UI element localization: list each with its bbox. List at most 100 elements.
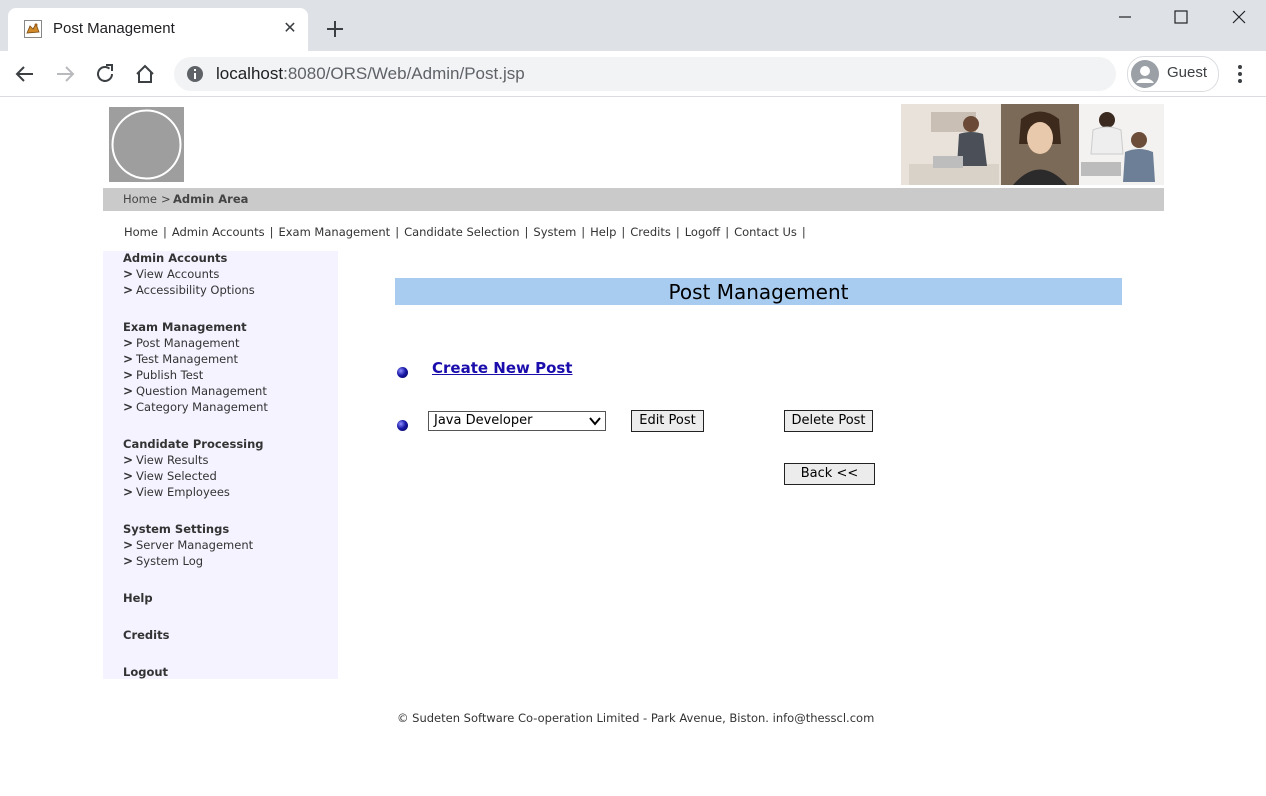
chevron-right-icon: > [123, 400, 134, 414]
chevron-right-icon: > [123, 485, 134, 499]
topnav-system[interactable]: System [533, 225, 576, 239]
back-arrow-icon[interactable] [12, 61, 38, 87]
sidebar-item-server-management[interactable]: > Server Management [123, 538, 253, 552]
topnav-separator: | [269, 225, 274, 239]
chevron-right-icon: > [123, 336, 134, 350]
top-navigation: Home | Admin Accounts | Exam Management | Cand… [124, 225, 811, 239]
home-icon[interactable] [132, 61, 158, 87]
topnav-separator: | [395, 225, 400, 239]
chevron-right-icon: > [123, 538, 134, 552]
post-select[interactable]: Java Developer [428, 411, 606, 431]
sidebar-item-label: Question Management [136, 384, 267, 398]
sidebar-item-label: Category Management [136, 400, 268, 414]
topnav-separator: | [621, 225, 626, 239]
sidebar-item-view-accounts[interactable]: > View Accounts [123, 267, 219, 281]
chevron-right-icon: > [123, 469, 134, 483]
sidebar-item-label: Server Management [136, 538, 254, 552]
sidebar-item-label: Post Management [136, 336, 240, 350]
back-button[interactable]: Back << [784, 463, 875, 485]
sidebar-item-label: Publish Test [136, 368, 204, 382]
topnav-separator: | [524, 225, 529, 239]
sidebar-item-label: View Results [136, 453, 209, 467]
breadcrumb-separator: > [161, 192, 171, 206]
breadcrumb-home-link[interactable]: Home [123, 188, 157, 211]
site-logo [109, 107, 184, 182]
site-info-icon[interactable] [186, 65, 204, 83]
avatar-icon [1131, 60, 1159, 88]
url-text[interactable]: localhost:8080/ORS/Web/Admin/Post.jsp [216, 64, 525, 84]
tomcat-favicon-icon [24, 20, 42, 38]
sidebar-heading-candidate-processing: Candidate Processing [123, 437, 264, 451]
sidebar-heading-system-settings: System Settings [123, 522, 230, 536]
sidebar-item-label: View Employees [136, 485, 230, 499]
chevron-right-icon: > [123, 267, 134, 281]
sidebar-item-test-management[interactable]: > Test Management [123, 352, 238, 366]
sidebar-heading-admin-accounts: Admin Accounts [123, 251, 228, 265]
topnav-exam-management[interactable]: Exam Management [278, 225, 390, 239]
sidebar-item-view-selected[interactable]: > View Selected [123, 469, 217, 483]
sidebar-item-post-management[interactable]: > Post Management [123, 336, 239, 350]
footer-copyright: © Sudeten Software Co-operation Limited … [397, 711, 875, 725]
sidebar-item-system-log[interactable]: > System Log [123, 554, 203, 568]
tab-close-icon[interactable]: ✕ [280, 18, 300, 38]
chevron-right-icon: > [123, 352, 134, 366]
topnav-separator: | [581, 225, 586, 239]
address-bar[interactable]: localhost:8080/ORS/Web/Admin/Post.jsp [174, 57, 1116, 91]
browser-tab[interactable]: Post Management ✕ [8, 8, 308, 51]
topnav-admin-accounts[interactable]: Admin Accounts [172, 225, 265, 239]
tab-title: Post Management [53, 20, 175, 37]
sidebar-item-accessibility-options[interactable]: > Accessibility Options [123, 283, 255, 297]
topnav-separator: | [725, 225, 730, 239]
topnav-separator: | [675, 225, 680, 239]
window-close-icon[interactable] [1214, 4, 1264, 30]
delete-post-button[interactable]: Delete Post [784, 410, 873, 432]
topnav-home[interactable]: Home [124, 225, 158, 239]
topnav-contact-us[interactable]: Contact Us [734, 225, 797, 239]
chevron-right-icon: > [123, 554, 134, 568]
sidebar-item-label: System Log [136, 554, 204, 568]
reload-icon[interactable] [92, 61, 118, 87]
bullet-icon [397, 367, 408, 378]
chevron-right-icon: > [123, 453, 134, 467]
browser-tabstrip: Post Management ✕ [0, 0, 1266, 51]
kebab-menu-icon[interactable] [1228, 61, 1252, 87]
chevron-right-icon: > [123, 283, 134, 297]
breadcrumb-current: Admin Area [173, 192, 249, 206]
url-path: :8080/ORS/Web/Admin/Post.jsp [283, 64, 525, 83]
url-host: localhost [216, 64, 284, 83]
edit-post-button[interactable]: Edit Post [631, 410, 704, 432]
profile-label: Guest [1167, 64, 1208, 81]
create-new-post-link[interactable]: Create New Post [432, 359, 572, 377]
sidebar-link-logout[interactable]: Logout [123, 665, 168, 679]
topnav-separator: | [162, 225, 167, 239]
sidebar-item-question-management[interactable]: > Question Management [123, 384, 267, 398]
sidebar-item-publish-test[interactable]: > Publish Test [123, 368, 203, 382]
sidebar-heading-exam-management: Exam Management [123, 320, 247, 334]
breadcrumb: Home > Admin Area [103, 188, 1164, 211]
new-tab-plus-icon[interactable] [322, 16, 348, 42]
topnav-logoff[interactable]: Logoff [685, 225, 721, 239]
chevron-down-icon [589, 417, 601, 426]
profile-button[interactable]: Guest [1127, 56, 1219, 92]
topnav-credits[interactable]: Credits [630, 225, 671, 239]
sidebar-link-credits[interactable]: Credits [123, 628, 169, 642]
topnav-candidate-selection[interactable]: Candidate Selection [404, 225, 519, 239]
sidebar-item-label: View Accounts [136, 267, 220, 281]
sidebar-item-view-results[interactable]: > View Results [123, 453, 208, 467]
sidebar-item-label: Accessibility Options [136, 283, 255, 297]
sidebar-item-category-management[interactable]: > Category Management [123, 400, 268, 414]
topnav-help[interactable]: Help [590, 225, 616, 239]
sidebar-link-help[interactable]: Help [123, 591, 153, 605]
chevron-right-icon: > [123, 368, 134, 382]
bullet-icon [397, 420, 408, 431]
forward-arrow-icon[interactable] [52, 61, 78, 87]
window-minimize-icon[interactable] [1100, 4, 1150, 30]
browser-toolbar: localhost:8080/ORS/Web/Admin/Post.jsp Gu… [0, 51, 1266, 97]
sidebar-item-view-employees[interactable]: > View Employees [123, 485, 230, 499]
page-title: Post Management [395, 278, 1122, 305]
topnav-separator: | [801, 225, 806, 239]
sidebar-item-label: Test Management [136, 352, 239, 366]
window-maximize-icon[interactable] [1156, 4, 1206, 30]
sidebar: Admin Accounts > View Accounts > Accessibi… [103, 251, 338, 679]
sidebar-item-label: View Selected [136, 469, 217, 483]
